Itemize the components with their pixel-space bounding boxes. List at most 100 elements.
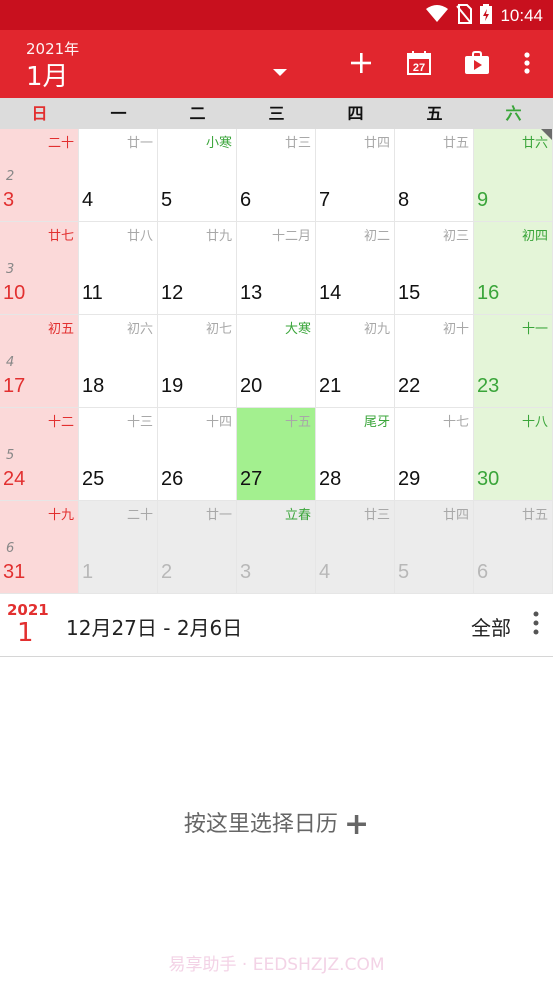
day-number: 5 — [398, 561, 410, 583]
lunar-date: 立春 — [284, 508, 311, 523]
weekday-label: 六 — [505, 104, 522, 123]
week-row: 十二 5 24 十三 25 十四 26 十五 27 尾牙 28 十七 29 十八 30 — [0, 408, 553, 501]
day-cell[interactable]: 廿六 9 — [474, 129, 553, 222]
day-number: 12 — [161, 282, 184, 304]
day-cell[interactable]: 廿一 4 — [79, 129, 158, 222]
day-cell[interactable]: 尾牙 28 — [316, 408, 395, 501]
weekday-label: 三 — [268, 104, 285, 123]
day-cell[interactable]: 十一 23 — [474, 315, 553, 408]
week-row: 初五 4 17 初六 18 初七 19 大寒 20 初九 21 初十 22 十一 23 — [0, 315, 553, 408]
day-cell[interactable]: 二十 1 — [79, 501, 158, 594]
day-cell[interactable]: 二十 2 3 — [0, 129, 79, 222]
lunar-date: 十九 — [47, 508, 74, 523]
status-time: 10:44 — [500, 6, 543, 25]
day-cell[interactable]: 初六 18 — [79, 315, 158, 408]
lunar-date: 十二月 — [271, 229, 311, 244]
week-number: 6 — [6, 541, 15, 556]
weekday-label: 一 — [110, 104, 127, 123]
day-cell[interactable]: 廿四 5 — [395, 501, 474, 594]
day-cell[interactable]: 十三 25 — [79, 408, 158, 501]
week-row: 十九 6 31 二十 1 廿一 2 立春 3 廿三 4 廿四 5 廿五 6 — [0, 501, 553, 594]
corner-marker — [541, 129, 552, 140]
day-number: 2 — [161, 561, 173, 583]
lunar-date: 初二 — [363, 229, 390, 244]
calendar-today-icon: 27 — [406, 50, 432, 80]
day-number: 31 — [3, 561, 26, 583]
weekday-label: 四 — [347, 104, 364, 123]
no-sim-icon — [456, 4, 473, 28]
day-cell[interactable]: 十七 29 — [395, 408, 474, 501]
day-cell[interactable]: 初三 15 — [395, 222, 474, 315]
day-number: 4 — [82, 189, 94, 211]
day-number: 22 — [398, 375, 421, 397]
day-cell[interactable]: 初二 14 — [316, 222, 395, 315]
day-number: 5 — [161, 189, 173, 211]
day-number: 19 — [161, 375, 184, 397]
day-number: 3 — [3, 189, 15, 211]
app-bar: 2021年 1月 27 — [0, 30, 553, 98]
day-cell[interactable]: 初九 21 — [316, 315, 395, 408]
day-cell[interactable]: 十二月 13 — [237, 222, 316, 315]
day-cell[interactable]: 十九 6 31 — [0, 501, 79, 594]
day-cell[interactable]: 廿五 8 — [395, 129, 474, 222]
battery-charging-icon — [480, 4, 493, 28]
month-dropdown-icon[interactable] — [262, 56, 298, 90]
day-cell[interactable]: 廿八 11 — [79, 222, 158, 315]
weekday-label: 二 — [189, 104, 206, 123]
store-button[interactable] — [459, 48, 495, 82]
day-number: 21 — [319, 375, 342, 397]
add-event-button[interactable] — [343, 48, 379, 82]
lunar-date: 大寒 — [284, 322, 311, 337]
header-month[interactable]: 1月 — [26, 56, 69, 93]
weekday-header: 日 一 二 三 四 五 六 — [0, 98, 553, 129]
lunar-date: 廿四 — [363, 136, 390, 151]
today-button[interactable]: 27 — [401, 48, 437, 82]
calendar-filter-button[interactable]: 全部 — [471, 612, 511, 641]
agenda-date-range: 12月27日 - 2月6日 — [66, 616, 243, 640]
day-cell[interactable]: 小寒 5 — [158, 129, 237, 222]
day-number: 15 — [398, 282, 421, 304]
day-cell[interactable]: 立春 3 — [237, 501, 316, 594]
svg-text:27: 27 — [413, 62, 425, 74]
more-vert-icon — [524, 52, 530, 78]
day-number: 6 — [240, 189, 252, 211]
day-cell[interactable]: 廿一 2 — [158, 501, 237, 594]
day-number: 17 — [3, 375, 26, 397]
overflow-menu-button[interactable] — [517, 48, 537, 82]
day-cell[interactable]: 廿三 6 — [237, 129, 316, 222]
day-number: 26 — [161, 468, 184, 490]
day-number: 7 — [319, 189, 331, 211]
day-cell[interactable]: 初五 4 17 — [0, 315, 79, 408]
day-number: 20 — [240, 375, 263, 397]
lunar-date: 初三 — [442, 229, 469, 244]
lunar-date: 十八 — [521, 415, 548, 430]
agenda-more-button[interactable] — [533, 611, 539, 639]
day-cell[interactable]: 廿九 12 — [158, 222, 237, 315]
day-number: 11 — [82, 282, 103, 304]
day-cell[interactable]: 初十 22 — [395, 315, 474, 408]
week-number: 5 — [6, 448, 15, 463]
day-cell[interactable]: 十二 5 24 — [0, 408, 79, 501]
lunar-date: 十一 — [521, 322, 548, 337]
day-cell[interactable]: 廿五 6 — [474, 501, 553, 594]
day-cell[interactable]: 十八 30 — [474, 408, 553, 501]
day-number: 1 — [82, 561, 94, 583]
day-cell[interactable]: 初七 19 — [158, 315, 237, 408]
day-number: 6 — [477, 561, 489, 583]
lunar-date: 初十 — [442, 322, 469, 337]
day-cell[interactable]: 大寒 20 — [237, 315, 316, 408]
lunar-date: 廿五 — [521, 508, 548, 523]
choose-calendar-label: 按这里选择日历 — [183, 812, 338, 837]
status-bar: 10:44 — [0, 0, 553, 30]
day-cell[interactable]: 十五 27 — [237, 408, 316, 501]
day-cell[interactable]: 初四 16 — [474, 222, 553, 315]
choose-calendar-button[interactable]: 按这里选择日历 + — [0, 806, 553, 842]
day-cell[interactable]: 廿四 7 — [316, 129, 395, 222]
day-number: 4 — [319, 561, 331, 583]
day-number: 16 — [477, 282, 500, 304]
day-number: 14 — [319, 282, 342, 304]
day-cell[interactable]: 十四 26 — [158, 408, 237, 501]
day-cell[interactable]: 廿三 4 — [316, 501, 395, 594]
lunar-date: 初六 — [126, 322, 153, 337]
day-cell[interactable]: 廿七 3 10 — [0, 222, 79, 315]
